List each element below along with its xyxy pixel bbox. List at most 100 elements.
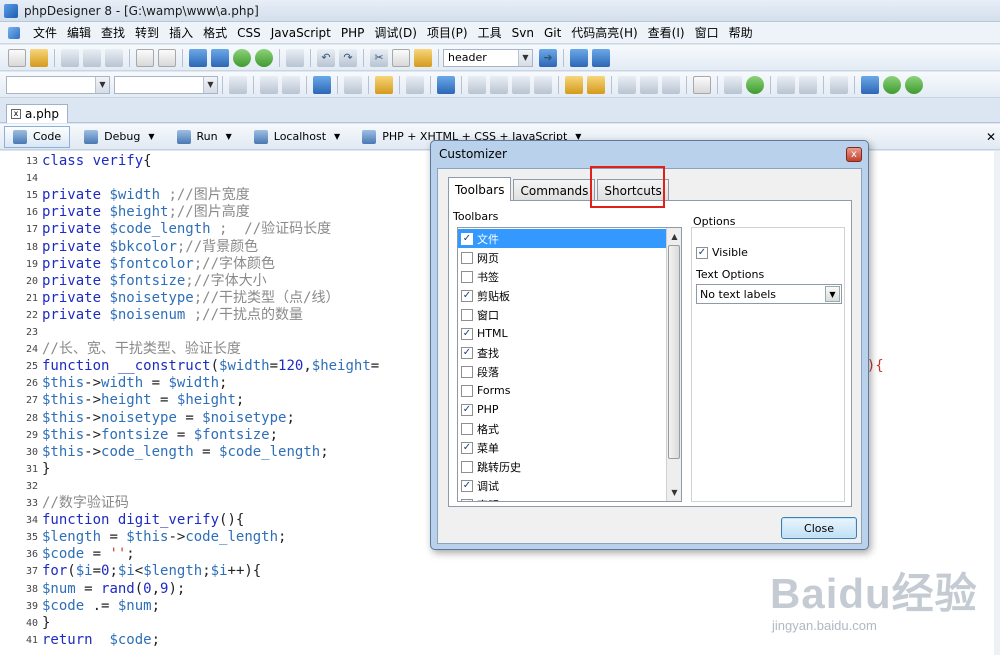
code-view-button[interactable]: Code bbox=[4, 125, 71, 148]
step-icon[interactable] bbox=[437, 75, 455, 94]
toolbar-list-item[interactable]: ✓ 声明 bbox=[458, 495, 668, 501]
menu-item[interactable]: 工具 bbox=[473, 24, 507, 41]
columns-icon[interactable] bbox=[799, 75, 817, 94]
function-combo[interactable]: ▼ bbox=[114, 75, 218, 94]
toolbar-checkbox[interactable]: ✓ bbox=[461, 441, 473, 454]
spellcheck-icon[interactable] bbox=[587, 75, 605, 94]
save-all-icon[interactable] bbox=[83, 48, 101, 67]
toolbar-list-item[interactable]: 段落 bbox=[458, 362, 668, 381]
new-file-icon[interactable] bbox=[8, 48, 26, 67]
menu-item[interactable]: 代码高亮(H) bbox=[566, 24, 642, 41]
toolbar-checkbox[interactable] bbox=[461, 422, 473, 435]
table-icon[interactable] bbox=[282, 75, 300, 94]
open-folder-icon[interactable] bbox=[30, 48, 48, 67]
globe-icon[interactable] bbox=[211, 48, 229, 67]
toolbar-checkbox[interactable]: ✓ bbox=[461, 498, 473, 501]
toolbar-checkbox[interactable] bbox=[461, 308, 473, 321]
settings-icon[interactable] bbox=[313, 75, 331, 94]
panel-icon[interactable] bbox=[861, 75, 879, 94]
toolbar-list-item[interactable]: ✓ 文件 bbox=[458, 229, 668, 248]
toolbar-list-item[interactable]: 格式 bbox=[458, 419, 668, 438]
toolbar-checkbox[interactable]: ✓ bbox=[461, 327, 473, 340]
toolbar-checkbox[interactable] bbox=[461, 460, 473, 473]
toolbar-list-item[interactable]: ✓ 调试 bbox=[458, 476, 668, 495]
dialog-close-icon[interactable]: x bbox=[846, 147, 862, 162]
menu-item[interactable]: 转到 bbox=[130, 24, 164, 41]
tab-toolbars[interactable]: Toolbars bbox=[448, 177, 512, 201]
run-external-icon[interactable] bbox=[883, 75, 901, 94]
close-button[interactable]: Close bbox=[781, 517, 857, 539]
tab-commands[interactable]: Commands bbox=[513, 179, 596, 201]
toolbar-checkbox[interactable]: ✓ bbox=[461, 232, 473, 245]
outdent-icon[interactable] bbox=[490, 75, 508, 94]
deploy-icon[interactable] bbox=[905, 75, 923, 94]
print-icon[interactable] bbox=[286, 48, 304, 67]
comment-icon[interactable] bbox=[512, 75, 530, 94]
redo-icon[interactable]: ↷ bbox=[339, 48, 357, 67]
toolbar-checkbox[interactable]: ✓ bbox=[461, 346, 473, 359]
toolbar-list-item[interactable]: ✓ PHP bbox=[458, 400, 668, 419]
chevron-down-icon[interactable]: ▼ bbox=[148, 132, 154, 141]
menu-item[interactable]: 文件 bbox=[28, 24, 62, 41]
toolbar-list-item[interactable]: Forms bbox=[458, 381, 668, 400]
visible-checkbox[interactable]: ✓ bbox=[696, 246, 708, 259]
menu-item[interactable]: 查看(I) bbox=[643, 24, 690, 41]
chevron-down-icon[interactable]: ▼ bbox=[226, 132, 232, 141]
menu-item[interactable]: 帮助 bbox=[724, 24, 758, 41]
find-prev-icon[interactable] bbox=[592, 48, 610, 67]
scroll-down-icon[interactable]: ▼ bbox=[668, 485, 681, 500]
toolbar-list-item[interactable]: ✓ 剪贴板 bbox=[458, 286, 668, 305]
toolbar-list-item[interactable]: 窗口 bbox=[458, 305, 668, 324]
close-tab-icon[interactable]: x bbox=[11, 109, 21, 119]
copy-icon[interactable] bbox=[392, 48, 410, 67]
image-icon[interactable] bbox=[746, 75, 764, 94]
browser-preview-icon[interactable] bbox=[189, 48, 207, 67]
list-icon[interactable] bbox=[777, 75, 795, 94]
web-check-icon[interactable] bbox=[255, 48, 273, 67]
document-menu-icon[interactable] bbox=[8, 26, 20, 39]
chevron-down-icon[interactable]: ▼ bbox=[203, 76, 217, 93]
toolbar-list-item[interactable]: 网页 bbox=[458, 248, 668, 267]
hand-icon[interactable] bbox=[565, 75, 583, 94]
page-icon[interactable] bbox=[136, 48, 154, 67]
cut-icon[interactable]: ✂ bbox=[370, 48, 388, 67]
search-combo[interactable]: header ▼ bbox=[443, 48, 533, 67]
close-file-icon[interactable] bbox=[105, 48, 123, 67]
localhost-button[interactable]: Localhost ▼ bbox=[246, 126, 348, 148]
link-icon[interactable] bbox=[724, 75, 742, 94]
class-combo[interactable]: ▼ bbox=[6, 75, 110, 94]
toolbar-checkbox[interactable] bbox=[461, 251, 473, 264]
menu-item[interactable]: JavaScript bbox=[266, 26, 336, 40]
form-icon[interactable] bbox=[260, 75, 278, 94]
tab-shortcuts[interactable]: Shortcuts bbox=[597, 179, 669, 201]
menu-item[interactable]: 窗口 bbox=[690, 24, 724, 41]
menu-item[interactable]: 项目(P) bbox=[422, 24, 473, 41]
toolbar-list-item[interactable]: ✓ 菜单 bbox=[458, 438, 668, 457]
menu-item[interactable]: PHP bbox=[336, 26, 370, 40]
doc-tab-a-php[interactable]: x a.php bbox=[6, 104, 69, 123]
close-icon[interactable]: ✕ bbox=[986, 130, 996, 144]
chevron-down-icon[interactable]: ▼ bbox=[825, 286, 840, 302]
run-button[interactable]: Run ▼ bbox=[169, 126, 240, 148]
toolbar-checkbox[interactable] bbox=[461, 365, 473, 378]
save-icon[interactable] bbox=[61, 48, 79, 67]
bookmark-icon[interactable] bbox=[618, 75, 636, 94]
highlighter-icon[interactable] bbox=[375, 75, 393, 94]
indent-icon[interactable] bbox=[468, 75, 486, 94]
pages-icon[interactable] bbox=[158, 48, 176, 67]
go-arrow-icon[interactable]: ➜ bbox=[539, 48, 557, 67]
menu-item[interactable]: Git bbox=[539, 26, 566, 40]
toolbar-checkbox[interactable]: ✓ bbox=[461, 289, 473, 302]
wrap-icon[interactable] bbox=[229, 75, 247, 94]
menu-item[interactable]: 插入 bbox=[164, 24, 198, 41]
menu-item[interactable]: CSS bbox=[232, 26, 266, 40]
chevron-down-icon[interactable]: ▼ bbox=[334, 132, 340, 141]
toolbar-checkbox[interactable] bbox=[461, 384, 473, 397]
menu-item[interactable]: 编辑 bbox=[62, 24, 96, 41]
toolbar-checkbox[interactable]: ✓ bbox=[461, 403, 473, 416]
chevron-down-icon[interactable]: ▼ bbox=[95, 76, 109, 93]
undo-icon[interactable]: ↶ bbox=[317, 48, 335, 67]
menu-item[interactable]: 调试(D) bbox=[369, 24, 422, 41]
toolbar-list-item[interactable]: ✓ HTML bbox=[458, 324, 668, 343]
import-icon[interactable] bbox=[662, 75, 680, 94]
